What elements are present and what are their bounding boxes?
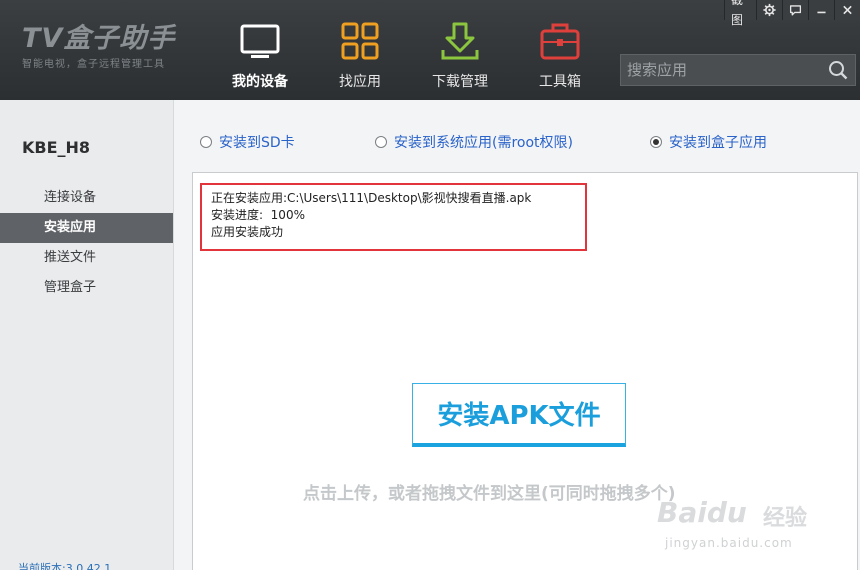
monitor-icon [240,24,280,58]
watermark-logo: Baidu [657,496,747,529]
install-status: 正在安装应用:C:\Users\111\Desktop\影视快搜看直播.apk … [200,183,587,251]
search-box [620,54,856,86]
radio-install-sd[interactable]: 安装到SD卡 [200,132,295,152]
logo-subtitle: 智能电视，盒子远程管理工具 [22,59,165,70]
feedback-button[interactable] [782,0,808,20]
screenshot-button[interactable]: 截图 [724,0,756,27]
watermark: Baidu 经验 jingyan.baidu.com [655,492,855,562]
chat-icon [789,5,802,16]
nav-my-devices[interactable]: 我的设备 [210,20,310,100]
device-name: KBE_H8 [22,138,91,157]
version-label: 当前版本:3.0.42.1 [18,562,112,570]
radio-circle [200,136,212,148]
sidebar: KBE_H8 连接设备 安装应用 推送文件 管理盒子 当前版本:3.0.42.1 [0,100,174,570]
status-line-path: 正在安装应用:C:\Users\111\Desktop\影视快搜看直播.apk [211,191,532,205]
header: TV盒子助手 智能电视，盒子远程管理工具 我的设备 找应用 下载管理 工具箱 截… [0,0,860,100]
nav-label: 我的设备 [232,74,288,90]
status-line-progress: 安装进度: 100% [211,208,305,222]
sidebar-item-install-app[interactable]: 安装应用 [0,213,173,243]
nav-label: 工具箱 [539,74,581,90]
nav-find-apps[interactable]: 找应用 [310,20,410,100]
nav-toolbox[interactable]: 工具箱 [510,20,610,100]
download-icon [441,22,479,60]
radio-label: 安装到盒子应用 [669,135,767,151]
radio-label: 安装到SD卡 [219,135,295,151]
sidebar-item-connect-device[interactable]: 连接设备 [0,183,173,213]
logo-title: TV盒子助手 [22,23,176,54]
gear-icon [763,3,776,17]
settings-button[interactable] [756,0,782,20]
watermark-url: jingyan.baidu.com [665,536,793,550]
close-button[interactable] [834,0,860,20]
search-input[interactable] [621,55,821,85]
status-line-result: 应用安装成功 [211,225,284,239]
drop-hint: 点击上传，或者拖拽文件到这里(可同时拖拽多个) [303,484,676,504]
radio-circle [375,136,387,148]
search-icon [829,61,848,80]
minimize-button[interactable] [808,0,834,20]
radio-circle-checked [650,136,662,148]
minimize-icon [817,11,826,14]
sidebar-item-push-file[interactable]: 推送文件 [0,243,173,273]
toolbox-icon [540,23,580,60]
sidebar-item-manage-box[interactable]: 管理盒子 [0,273,173,303]
radio-label: 安装到系统应用(需root权限) [394,135,573,151]
grid-icon [341,22,379,60]
watermark-logo-text: 经验 [763,506,808,531]
radio-install-system[interactable]: 安装到系统应用(需root权限) [375,132,573,152]
nav-download-manager[interactable]: 下载管理 [410,20,510,100]
search-button[interactable] [821,55,855,85]
nav-label: 找应用 [339,74,381,90]
radio-install-box[interactable]: 安装到盒子应用 [650,132,767,152]
nav-label: 下载管理 [432,74,488,90]
install-apk-button[interactable]: 安装APK文件 [412,383,626,447]
close-icon [843,5,852,15]
window-controls: 截图 [724,0,860,27]
